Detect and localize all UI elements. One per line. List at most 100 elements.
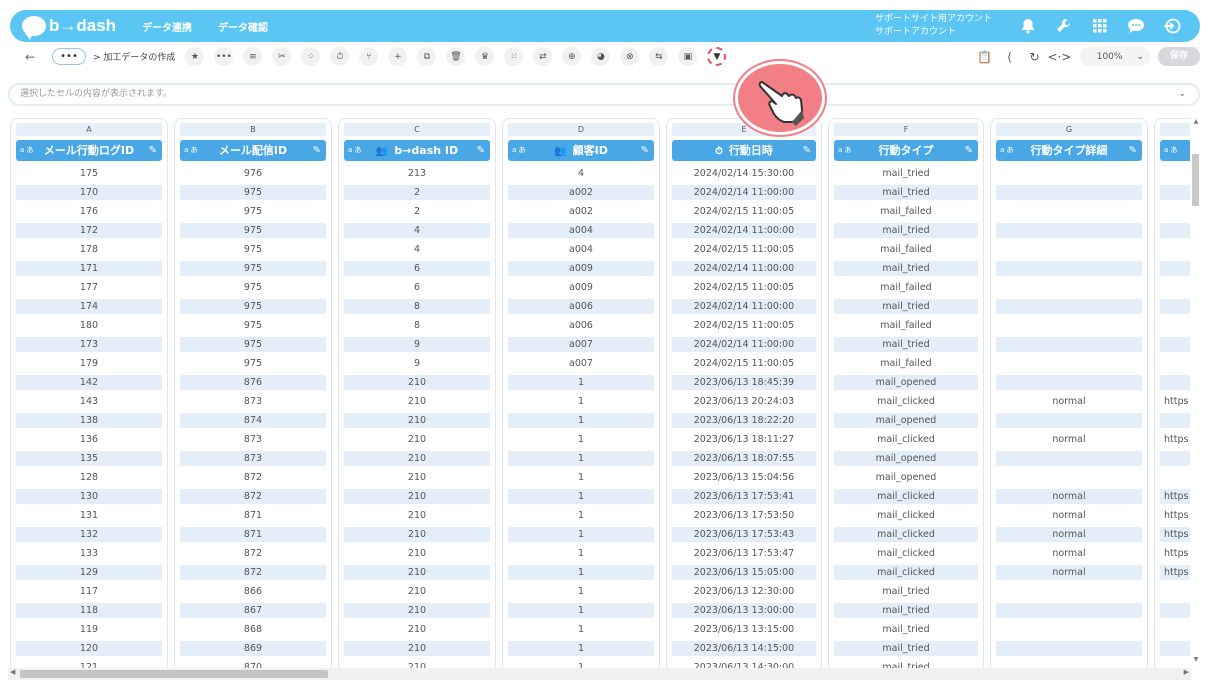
table-cell[interactable] <box>996 375 1142 390</box>
table-cell[interactable]: mail_opened <box>834 470 978 485</box>
horizontal-scrollbar[interactable]: ◀ ▶ <box>8 668 1191 680</box>
table-cell[interactable]: 128 <box>16 470 162 485</box>
table-cell[interactable] <box>1160 641 1190 656</box>
table-cell[interactable]: 175 <box>16 166 162 181</box>
table-cell[interactable]: 1 <box>508 527 654 542</box>
process-tool-10-icon[interactable]: ♛ <box>475 47 495 66</box>
table-cell[interactable]: mail_tried <box>834 641 978 656</box>
logout-icon[interactable] <box>1154 10 1190 42</box>
column-header[interactable]: ⏱ 行動日時 ✎ <box>672 140 816 161</box>
table-cell[interactable]: 1 <box>508 508 654 523</box>
table-cell[interactable]: a009 <box>508 261 654 276</box>
table-cell[interactable] <box>996 451 1142 466</box>
table-cell[interactable]: 132 <box>16 527 162 542</box>
table-cell[interactable]: mail_tried <box>834 261 978 276</box>
table-cell[interactable] <box>1160 223 1190 238</box>
table-cell[interactable]: mail_clicked <box>834 508 978 523</box>
column-letter[interactable]: D <box>508 123 654 136</box>
column-letter[interactable] <box>1160 123 1190 136</box>
table-cell[interactable] <box>996 261 1142 276</box>
table-cell[interactable]: https <box>1160 527 1190 542</box>
table-cell[interactable]: 142 <box>16 375 162 390</box>
table-cell[interactable]: 975 <box>180 185 326 200</box>
table-cell[interactable]: 871 <box>180 508 326 523</box>
table-cell[interactable]: mail_tried <box>834 166 978 181</box>
table-cell[interactable]: 2023/06/13 18:45:39 <box>672 375 816 390</box>
table-cell[interactable]: 2024/02/15 11:00:05 <box>672 356 816 371</box>
table-cell[interactable]: https <box>1160 508 1190 523</box>
table-cell[interactable]: 210 <box>344 508 490 523</box>
table-cell[interactable] <box>1160 622 1190 637</box>
table-cell[interactable] <box>996 242 1142 257</box>
table-cell[interactable]: mail_tried <box>834 223 978 238</box>
table-cell[interactable]: 1 <box>508 622 654 637</box>
table-cell[interactable]: 1 <box>508 432 654 447</box>
table-cell[interactable]: 210 <box>344 641 490 656</box>
process-tool-13-icon[interactable]: ⊕ <box>562 47 582 66</box>
table-cell[interactable]: 6 <box>344 280 490 295</box>
column-header[interactable]: a あ 行動タイプ ✎ <box>834 140 978 161</box>
table-cell[interactable]: 2023/06/13 18:22:20 <box>672 413 816 428</box>
table-cell[interactable] <box>1160 166 1190 181</box>
table-cell[interactable]: 176 <box>16 204 162 219</box>
table-cell[interactable]: 1 <box>508 584 654 599</box>
table-cell[interactable]: normal <box>996 432 1142 447</box>
column-header[interactable]: a あ メール行動ログID ✎ <box>16 140 162 161</box>
table-cell[interactable]: 2 <box>344 204 490 219</box>
table-cell[interactable]: 868 <box>180 622 326 637</box>
table-cell[interactable]: 2024/02/14 11:00:00 <box>672 299 816 314</box>
table-cell[interactable]: 1 <box>508 375 654 390</box>
table-cell[interactable]: a007 <box>508 356 654 371</box>
table-cell[interactable]: 6 <box>344 261 490 276</box>
table-cell[interactable]: 870 <box>180 660 326 668</box>
table-cell[interactable]: 975 <box>180 280 326 295</box>
table-cell[interactable]: 9 <box>344 337 490 352</box>
table-cell[interactable] <box>996 204 1142 219</box>
process-tool-4-icon[interactable]: ⁘ <box>301 47 321 66</box>
table-cell[interactable]: 210 <box>344 413 490 428</box>
table-cell[interactable] <box>996 185 1142 200</box>
table-cell[interactable] <box>1160 470 1190 485</box>
table-cell[interactable]: 872 <box>180 546 326 561</box>
table-cell[interactable]: 4 <box>508 166 654 181</box>
table-cell[interactable]: 2023/06/13 14:30:00 <box>672 660 816 668</box>
table-cell[interactable]: 1 <box>508 489 654 504</box>
table-cell[interactable]: 178 <box>16 242 162 257</box>
bdash-logo[interactable]: b→dash <box>22 16 116 40</box>
table-cell[interactable]: 210 <box>344 432 490 447</box>
table-cell[interactable]: 2023/06/13 17:53:47 <box>672 546 816 561</box>
process-tool-17-icon[interactable]: ▣ <box>678 47 698 66</box>
table-cell[interactable]: 2024/02/15 11:00:05 <box>672 204 816 219</box>
table-cell[interactable]: a002 <box>508 185 654 200</box>
table-cell[interactable]: 2024/02/15 11:00:05 <box>672 280 816 295</box>
table-cell[interactable] <box>1160 451 1190 466</box>
process-tool-18-icon[interactable]: ▼ <box>707 47 727 66</box>
table-cell[interactable]: 2023/06/13 15:05:00 <box>672 565 816 580</box>
table-cell[interactable]: 975 <box>180 356 326 371</box>
table-cell[interactable]: a004 <box>508 242 654 257</box>
table-cell[interactable]: mail_tried <box>834 185 978 200</box>
table-cell[interactable]: 876 <box>180 375 326 390</box>
table-cell[interactable]: 2024/02/14 11:00:00 <box>672 223 816 238</box>
table-cell[interactable]: normal <box>996 565 1142 580</box>
table-cell[interactable] <box>996 413 1142 428</box>
table-cell[interactable]: 2023/06/13 13:00:00 <box>672 603 816 618</box>
process-tool-7-icon[interactable]: + <box>388 47 408 66</box>
table-cell[interactable]: 2023/06/13 13:15:00 <box>672 622 816 637</box>
table-cell[interactable]: mail_failed <box>834 356 978 371</box>
table-cell[interactable]: 8 <box>344 299 490 314</box>
table-cell[interactable]: 170 <box>16 185 162 200</box>
table-cell[interactable]: a007 <box>508 337 654 352</box>
process-tool-2-icon[interactable]: ≡ <box>243 47 263 66</box>
vertical-scrollbar[interactable]: ▲ ▼ <box>1191 118 1201 668</box>
table-cell[interactable]: 1 <box>508 565 654 580</box>
table-cell[interactable]: 975 <box>180 337 326 352</box>
table-cell[interactable]: a009 <box>508 280 654 295</box>
process-tool-3-icon[interactable]: ✂ <box>272 47 292 66</box>
more-button[interactable]: ••• <box>52 48 86 65</box>
table-cell[interactable] <box>1160 299 1190 314</box>
table-cell[interactable]: 133 <box>16 546 162 561</box>
table-cell[interactable]: https <box>1160 432 1190 447</box>
table-cell[interactable]: 210 <box>344 394 490 409</box>
edit-pencil-icon[interactable]: ✎ <box>641 140 649 161</box>
